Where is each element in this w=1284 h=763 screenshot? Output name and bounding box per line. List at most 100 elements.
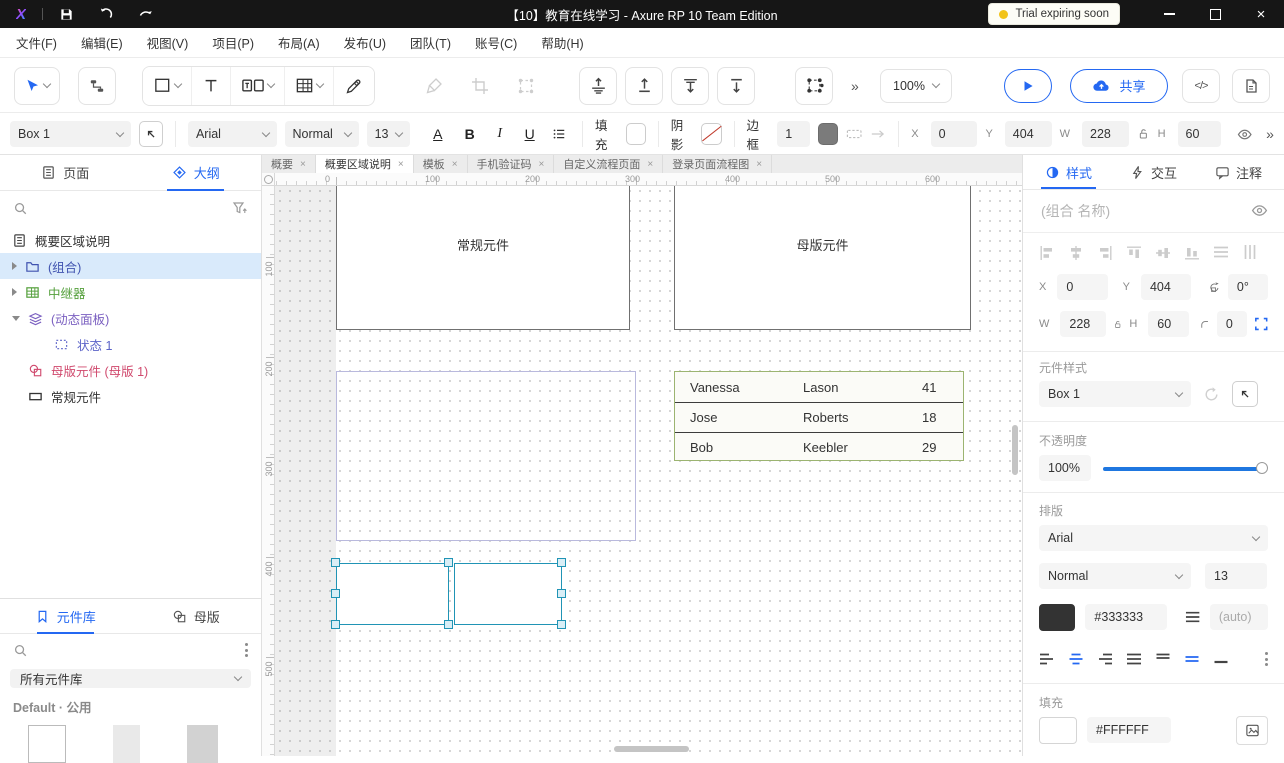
fill-color-input[interactable]: #FFFFFF (1087, 717, 1171, 743)
font-color-swatch[interactable] (1039, 604, 1075, 631)
close-icon[interactable]: × (539, 159, 545, 170)
border-width-input[interactable]: 1 (777, 121, 809, 147)
visibility-icon[interactable] (1237, 126, 1252, 143)
library-menu-button[interactable] (245, 643, 248, 657)
w-input[interactable]: 228 (1060, 311, 1106, 337)
menu-file[interactable]: 文件(F) (16, 33, 57, 52)
fill-section[interactable]: 填充 (1039, 694, 1069, 711)
share-button[interactable]: 共享 (1070, 69, 1168, 103)
tab-interactions[interactable]: 交互 (1130, 155, 1177, 189)
close-icon[interactable]: × (300, 159, 306, 170)
horizontal-scrollbar[interactable] (614, 746, 689, 752)
font-weight-select[interactable]: Normal (1039, 563, 1191, 589)
tab-style[interactable]: 样式 (1045, 155, 1092, 189)
canvas-widget-normal[interactable]: 常规元件 (336, 186, 630, 330)
widget-thumbnail-box[interactable] (28, 725, 66, 763)
maximize-button[interactable] (1192, 0, 1238, 28)
fill-color-swatch[interactable] (1039, 717, 1077, 744)
canvas-widget-master[interactable]: 母版元件 (674, 186, 971, 330)
slider-knob[interactable] (1256, 462, 1268, 474)
tab-notes[interactable]: 注释 (1215, 155, 1262, 189)
border-color-swatch[interactable] (818, 123, 838, 145)
text-tool-button[interactable] (191, 67, 230, 105)
minimize-button[interactable] (1146, 0, 1192, 28)
menu-edit[interactable]: 编辑(E) (81, 33, 123, 52)
more-typography-button[interactable] (1265, 652, 1268, 666)
design-surface[interactable]: 常规元件 母版元件 Vanessa Lason 41 Jose Roberts … (275, 186, 1022, 756)
italic-button[interactable]: I (490, 126, 510, 142)
selection-corners-icon[interactable] (1254, 314, 1269, 334)
vertical-scrollbar[interactable] (1012, 425, 1018, 475)
close-icon[interactable]: × (452, 159, 458, 170)
menu-project[interactable]: 项目(P) (212, 33, 254, 52)
h-input[interactable]: 60 (1148, 311, 1189, 337)
h-input[interactable]: 60 (1178, 121, 1221, 147)
undo-icon[interactable] (98, 6, 114, 22)
fill-swatch[interactable] (626, 123, 646, 145)
typography-section[interactable]: 排版 (1039, 502, 1069, 519)
lock-ratio-icon[interactable] (1113, 318, 1122, 331)
menu-account[interactable]: 账号(C) (475, 33, 517, 52)
code-export-button[interactable]: </> (1182, 69, 1220, 103)
toolbar-more-button[interactable]: » (851, 78, 859, 94)
notes-button[interactable] (1232, 69, 1270, 103)
font-weight-select[interactable]: Normal (285, 121, 359, 147)
chevron-right-icon[interactable] (12, 262, 17, 270)
selection-handle-sw[interactable] (331, 620, 340, 629)
select-tool-button[interactable] (14, 67, 60, 105)
opacity-input[interactable]: 100% (1039, 455, 1091, 481)
underline-button[interactable]: U (520, 126, 540, 142)
style-picker-button[interactable] (1232, 381, 1258, 407)
menu-arrange[interactable]: 布局(A) (278, 33, 320, 52)
selection-handle-w[interactable] (331, 589, 340, 598)
filter-icon[interactable] (232, 200, 248, 216)
border-style-icon[interactable] (846, 126, 862, 142)
bring-forward-button[interactable] (625, 67, 663, 105)
widget-thumbnail-placeholder[interactable] (113, 725, 140, 763)
redo-icon[interactable] (138, 6, 154, 22)
selection-handle-nw[interactable] (331, 558, 340, 567)
table-row[interactable]: Jose Roberts 18 (675, 402, 963, 432)
selection-handle-e[interactable] (557, 589, 566, 598)
radius-input[interactable]: 0 (1217, 311, 1247, 337)
chevron-down-icon[interactable] (12, 316, 20, 321)
shadow-swatch[interactable] (701, 123, 721, 145)
close-icon[interactable]: × (398, 159, 404, 170)
text-align-right-icon[interactable] (1097, 652, 1113, 666)
w-input[interactable]: 228 (1082, 121, 1129, 147)
tab-pages[interactable]: 页面 (0, 155, 131, 190)
library-group-header[interactable]: Default · 公用 (0, 688, 261, 716)
bold-button[interactable]: B (460, 126, 480, 142)
tree-item-widget[interactable]: 常规元件 (0, 383, 261, 409)
x-input[interactable]: 0 (1057, 274, 1107, 300)
selected-widget-right[interactable] (454, 563, 562, 625)
selection-handle-se[interactable] (557, 620, 566, 629)
tree-item-state[interactable]: 状态 1 (0, 331, 261, 357)
outline-root[interactable]: 概要区域说明 (0, 227, 261, 253)
close-icon[interactable]: × (756, 159, 762, 170)
widget-style-select[interactable]: Box 1 (1039, 381, 1191, 407)
font-family-select[interactable]: Arial (1039, 525, 1268, 551)
menu-team[interactable]: 团队(T) (410, 33, 451, 52)
page-tab[interactable]: 概要 × (262, 155, 316, 173)
page-tab[interactable]: 手机验证码 × (468, 155, 555, 173)
text-align-justify-icon[interactable] (1126, 652, 1142, 666)
lock-ratio-icon[interactable] (1137, 127, 1150, 141)
selection-handle-ne[interactable] (557, 558, 566, 567)
zoom-select[interactable]: 100% (880, 69, 952, 103)
menu-help[interactable]: 帮助(H) (541, 33, 583, 52)
tab-outline[interactable]: 大纲 (131, 155, 262, 190)
opacity-slider[interactable] (1103, 461, 1268, 475)
rotation-input[interactable]: 0° (1228, 274, 1268, 300)
y-input[interactable]: 404 (1141, 274, 1191, 300)
label-tool-button[interactable] (230, 67, 284, 105)
preview-button[interactable] (1004, 69, 1052, 103)
rectangle-tool-button[interactable] (143, 67, 191, 105)
save-icon[interactable] (59, 7, 74, 22)
menu-publish[interactable]: 发布(U) (344, 33, 386, 52)
menu-view[interactable]: 视图(V) (147, 33, 189, 52)
table-row[interactable]: Vanessa Lason 41 (675, 372, 963, 402)
selection-handle-n[interactable] (444, 558, 453, 567)
table-row[interactable]: Bob Keebler 29 (675, 432, 963, 462)
y-input[interactable]: 404 (1005, 121, 1052, 147)
